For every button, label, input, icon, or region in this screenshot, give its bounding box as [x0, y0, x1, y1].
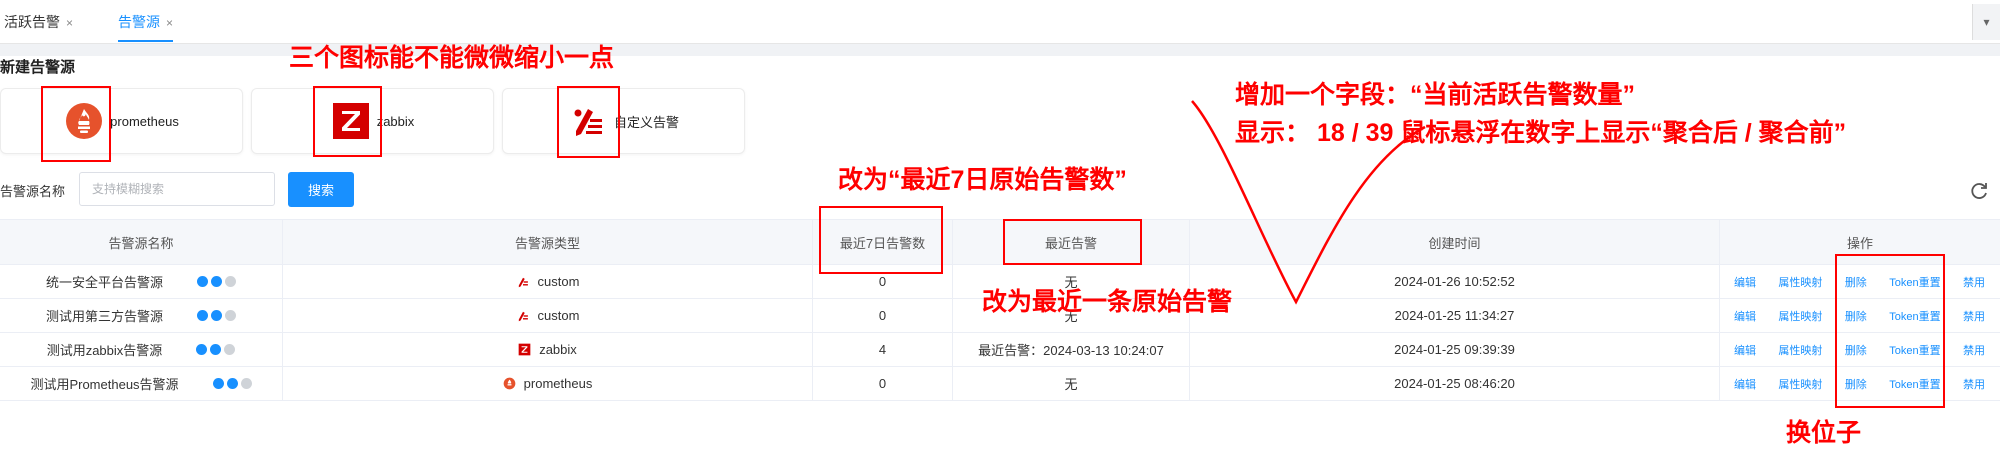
type-cell: custom — [283, 265, 813, 298]
annotation-box-prometheus-icon — [41, 86, 111, 162]
type-cell: zabbix — [283, 333, 813, 366]
section-title: 新建告警源 — [0, 59, 76, 76]
source-card-prometheus[interactable]: prometheus — [0, 88, 243, 154]
status-icons — [196, 344, 236, 355]
count-cell: 0 — [813, 299, 953, 332]
tab-active-alerts[interactable]: 活跃告警 × — [4, 12, 73, 42]
attribute-mapping-link[interactable]: 属性映射 — [1778, 274, 1822, 290]
shield-icon — [240, 378, 252, 389]
attribute-mapping-link[interactable]: 属性映射 — [1778, 308, 1822, 324]
edit-link[interactable]: 编辑 — [1734, 376, 1756, 392]
annotation-add-field-line2: 显示： 18 / 39 鼠标悬浮在数字上显示“聚合后 / 聚合前” — [1235, 119, 1847, 147]
annotation-icons-smaller: 三个图标能不能微微缩小一点 — [289, 44, 615, 72]
annotation-box-recent-header — [1003, 219, 1142, 265]
name-cell: 测试用zabbix告警源 — [0, 333, 283, 366]
source-name: 统一安全平台告警源 — [45, 275, 163, 290]
annotation-swap-position: 换位子 — [1786, 419, 1862, 447]
search-input[interactable] — [79, 172, 275, 206]
table-row: 测试用zabbix告警源 zabbix 4 最近告警：2024-03-13 10… — [0, 333, 2000, 367]
refresh-icon[interactable] — [1968, 180, 1990, 202]
recent-alert-cell: 无 — [953, 367, 1190, 400]
column-header: 创建时间 — [1190, 220, 1720, 264]
close-icon[interactable]: × — [166, 16, 173, 30]
source-type: custom — [537, 308, 580, 323]
type-cell: prometheus — [283, 367, 813, 400]
status-icons — [197, 310, 236, 321]
source-type: custom — [537, 274, 580, 289]
status-icons — [197, 276, 236, 287]
disable-link[interactable]: 禁用 — [1963, 274, 1985, 290]
edit-link[interactable]: 编辑 — [1734, 274, 1756, 290]
source-card-label: prometheus — [110, 113, 179, 129]
table-row: 测试用Prometheus告警源 prometheus 0 无 2024-01-… — [0, 367, 2000, 401]
gear-icon[interactable] — [197, 310, 208, 321]
edit-link[interactable]: 编辑 — [1734, 342, 1756, 358]
table-header: 告警源名称 告警源类型 最近7日告警数 最近告警 创建时间 操作 — [0, 219, 2000, 265]
disable-link[interactable]: 禁用 — [1963, 342, 1985, 358]
check-icon — [211, 276, 222, 287]
name-cell: 测试用Prometheus告警源 — [0, 367, 283, 400]
source-name: 测试用Prometheus告警源 — [30, 377, 179, 392]
custom-alert-icon — [518, 277, 528, 287]
edit-link[interactable]: 编辑 — [1734, 308, 1756, 324]
annotation-rename-recent: 改为最近一条原始告警 — [982, 288, 1233, 316]
created-time-cell: 2024-01-26 10:52:52 — [1190, 265, 1720, 298]
created-time-cell: 2024-01-25 09:39:39 — [1190, 333, 1720, 366]
shield-icon — [225, 276, 236, 287]
search-button[interactable]: 搜索 — [288, 172, 354, 207]
shield-icon — [225, 310, 236, 321]
gear-icon[interactable] — [197, 276, 208, 287]
attribute-mapping-link[interactable]: 属性映射 — [1778, 376, 1822, 392]
prometheus-logo-icon — [503, 377, 516, 390]
column-header: 告警源类型 — [283, 220, 813, 264]
source-type: zabbix — [539, 342, 577, 357]
recent-alert-cell: 最近告警：2024-03-13 10:24:07 — [953, 333, 1190, 366]
name-cell: 测试用第三方告警源 — [0, 299, 283, 332]
shield-icon — [224, 344, 236, 355]
created-time-cell: 2024-01-25 08:46:20 — [1190, 367, 1720, 400]
annotation-box-ops — [1835, 254, 1945, 408]
source-card-custom[interactable]: 自定义告警 — [502, 88, 745, 154]
check-icon — [211, 310, 222, 321]
annotation-add-field-line1: 增加一个字段：“当前活跃告警数量” — [1235, 81, 1636, 109]
count-cell: 0 — [813, 367, 953, 400]
annotation-box-count-header — [819, 206, 943, 274]
zabbix-logo-icon — [518, 343, 531, 356]
disable-link[interactable]: 禁用 — [1963, 376, 1985, 392]
status-icons — [212, 378, 252, 389]
custom-alert-icon — [518, 311, 528, 321]
annotation-box-custom-icon — [557, 86, 620, 158]
disable-link[interactable]: 禁用 — [1963, 308, 1985, 324]
close-icon[interactable]: × — [66, 16, 73, 30]
tab-label: 告警源 — [118, 14, 160, 30]
type-cell: custom — [283, 299, 813, 332]
created-time-cell: 2024-01-25 11:34:27 — [1190, 299, 1720, 332]
source-type: prometheus — [523, 376, 593, 391]
tab-label: 活跃告警 — [4, 14, 60, 30]
name-cell: 统一安全平台告警源 — [0, 265, 283, 298]
tab-alert-sources[interactable]: 告警源 × — [118, 12, 174, 42]
source-name: 测试用第三方告警源 — [45, 309, 163, 324]
attribute-mapping-link[interactable]: 属性映射 — [1778, 342, 1822, 358]
filter-label: 告警源名称 — [0, 184, 66, 199]
check-icon — [226, 378, 238, 389]
check-icon — [210, 344, 222, 355]
count-cell: 4 — [813, 333, 953, 366]
source-name: 测试用zabbix告警源 — [46, 343, 163, 358]
column-header: 告警源名称 — [0, 220, 283, 264]
gear-icon[interactable] — [196, 344, 208, 355]
gear-icon[interactable] — [212, 378, 224, 389]
chevron-down-icon[interactable]: ▾ — [1972, 4, 2000, 40]
annotation-rename-count: 改为“最近7日原始告警数” — [838, 166, 1127, 194]
source-card-label: 自定义告警 — [613, 114, 679, 130]
source-card-label: zabbix — [376, 113, 415, 129]
annotation-box-zabbix-icon — [313, 86, 382, 157]
